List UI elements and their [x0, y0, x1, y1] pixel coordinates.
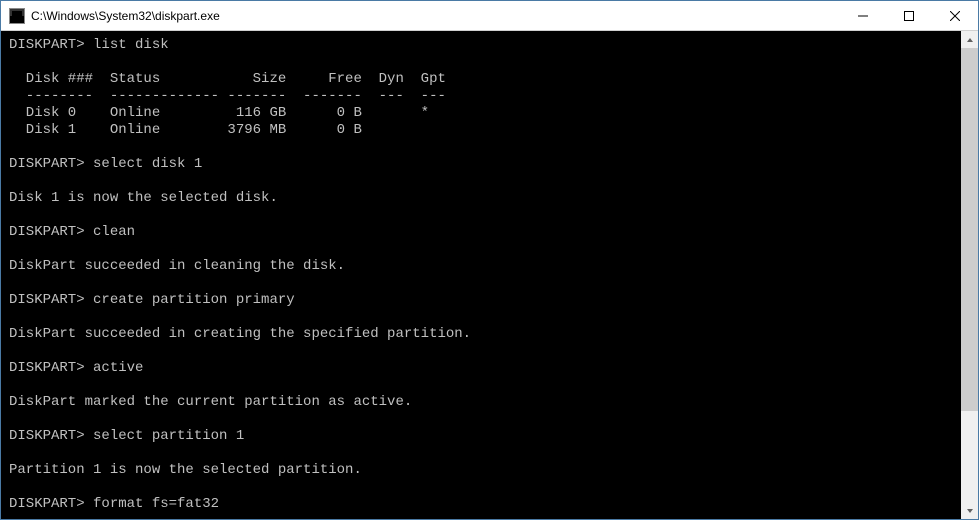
scroll-down-button[interactable] [961, 502, 978, 519]
maximize-button[interactable] [886, 1, 932, 30]
minimize-button[interactable] [840, 1, 886, 30]
scrollbar[interactable] [961, 31, 978, 519]
console-output[interactable]: DISKPART> list disk Disk ### Status Size… [1, 31, 961, 519]
scroll-track[interactable] [961, 48, 978, 502]
console-area: DISKPART> list disk Disk ### Status Size… [1, 31, 978, 519]
close-button[interactable] [932, 1, 978, 30]
scroll-up-button[interactable] [961, 31, 978, 48]
scroll-thumb[interactable] [961, 48, 978, 411]
window-frame: C:\Windows\System32\diskpart.exe DISKPAR… [0, 0, 979, 520]
titlebar[interactable]: C:\Windows\System32\diskpart.exe [1, 1, 978, 31]
window-title: C:\Windows\System32\diskpart.exe [31, 9, 840, 23]
window-controls [840, 1, 978, 30]
app-icon [9, 8, 25, 24]
